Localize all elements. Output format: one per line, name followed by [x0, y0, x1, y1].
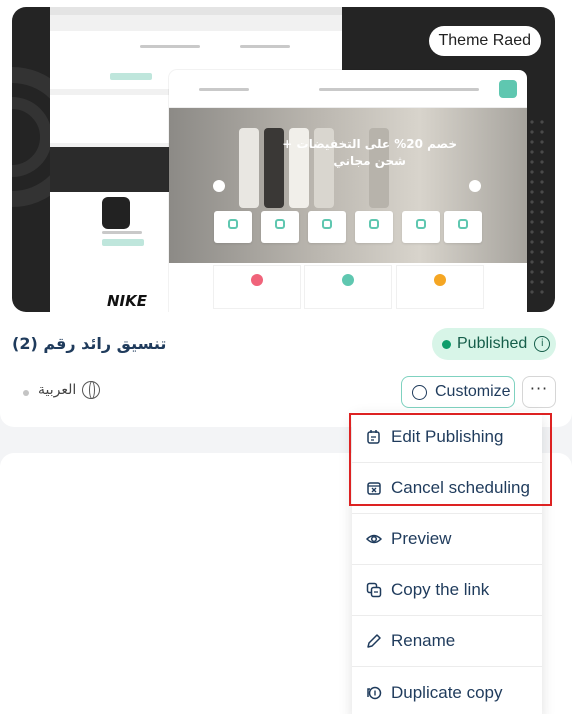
menu-item-copy-link[interactable]: Copy the link [352, 565, 542, 616]
hero-line-2: شحن مجاني [333, 154, 406, 168]
category-tile [308, 211, 346, 243]
duplicate-icon [366, 685, 382, 701]
customize-button[interactable]: Customize [401, 376, 515, 408]
text-line [140, 45, 200, 48]
eye-icon [365, 531, 383, 547]
language-indicator: العربية [38, 381, 101, 399]
menu-item-label: Duplicate copy [391, 682, 503, 702]
text-line [240, 45, 290, 48]
clothing-hanger [264, 128, 284, 208]
menu-item-label: Rename [391, 631, 456, 650]
globe-icon [82, 381, 101, 399]
language-label: العربية [38, 382, 77, 398]
preview-front-page: خصم 20% على التخفيضات + شحن مجاني [169, 70, 527, 312]
feature-card [305, 266, 391, 308]
menu-item-rename[interactable]: Rename [352, 616, 542, 667]
nav-line [319, 88, 479, 91]
category-tile [402, 211, 440, 243]
palette-icon [412, 384, 427, 400]
more-options-button[interactable]: ··· [522, 376, 556, 408]
theme-title: تنسيق رائد رقم (2) [12, 334, 167, 353]
feature-card [397, 266, 483, 308]
watch-thumbnail [102, 197, 130, 229]
hero-next-arrow [469, 180, 481, 192]
category-tile [214, 211, 252, 243]
edit-publishing-icon [366, 429, 382, 445]
menu-item-label: Edit Publishing [391, 427, 504, 446]
status-dot-icon [442, 339, 451, 349]
menu-item-edit-publishing[interactable]: Edit Publishing [352, 412, 542, 463]
preview-strip [50, 7, 342, 15]
mini-button [102, 239, 144, 246]
customize-label: Customize [435, 383, 511, 400]
theme-preview[interactable]: NIKE خصم 20% على التخفيضات + شحن مجاني T… [12, 7, 555, 312]
menu-item-preview[interactable]: Preview [352, 514, 542, 565]
menu-item-cancel-scheduling[interactable]: Cancel scheduling [352, 463, 542, 514]
nike-logo: NIKE [107, 292, 148, 310]
category-tile [444, 211, 482, 243]
info-icon[interactable]: i [534, 336, 551, 352]
nav-line [199, 88, 249, 91]
separator-dot [23, 390, 29, 396]
status-label: Published [457, 335, 528, 352]
theme-card: NIKE خصم 20% على التخفيضات + شحن مجاني T… [0, 0, 572, 427]
preview-header [169, 70, 527, 108]
clothing-hanger [239, 128, 259, 208]
store-logo [499, 80, 517, 98]
calendar-x-icon [366, 480, 382, 496]
category-tile [261, 211, 299, 243]
theme-name-badge: Theme Raed [428, 26, 541, 56]
category-tile [355, 211, 393, 243]
menu-item-label: Preview [391, 529, 452, 548]
hero-line-1: خصم 20% على التخفيضات + [282, 137, 457, 151]
status-badge: Published i [432, 328, 556, 360]
menu-item-duplicate[interactable]: Duplicate copy [352, 667, 542, 714]
copy-link-icon [366, 582, 382, 598]
mini-button [110, 73, 152, 80]
feature-card [214, 266, 300, 308]
menu-item-label: Copy the link [391, 580, 490, 599]
hero-headline: خصم 20% على التخفيضات + شحن مجاني [282, 136, 457, 170]
menu-item-label: Cancel scheduling [391, 478, 530, 497]
hero-prev-arrow [213, 180, 225, 192]
text-line [102, 231, 142, 234]
pencil-icon [366, 633, 382, 649]
